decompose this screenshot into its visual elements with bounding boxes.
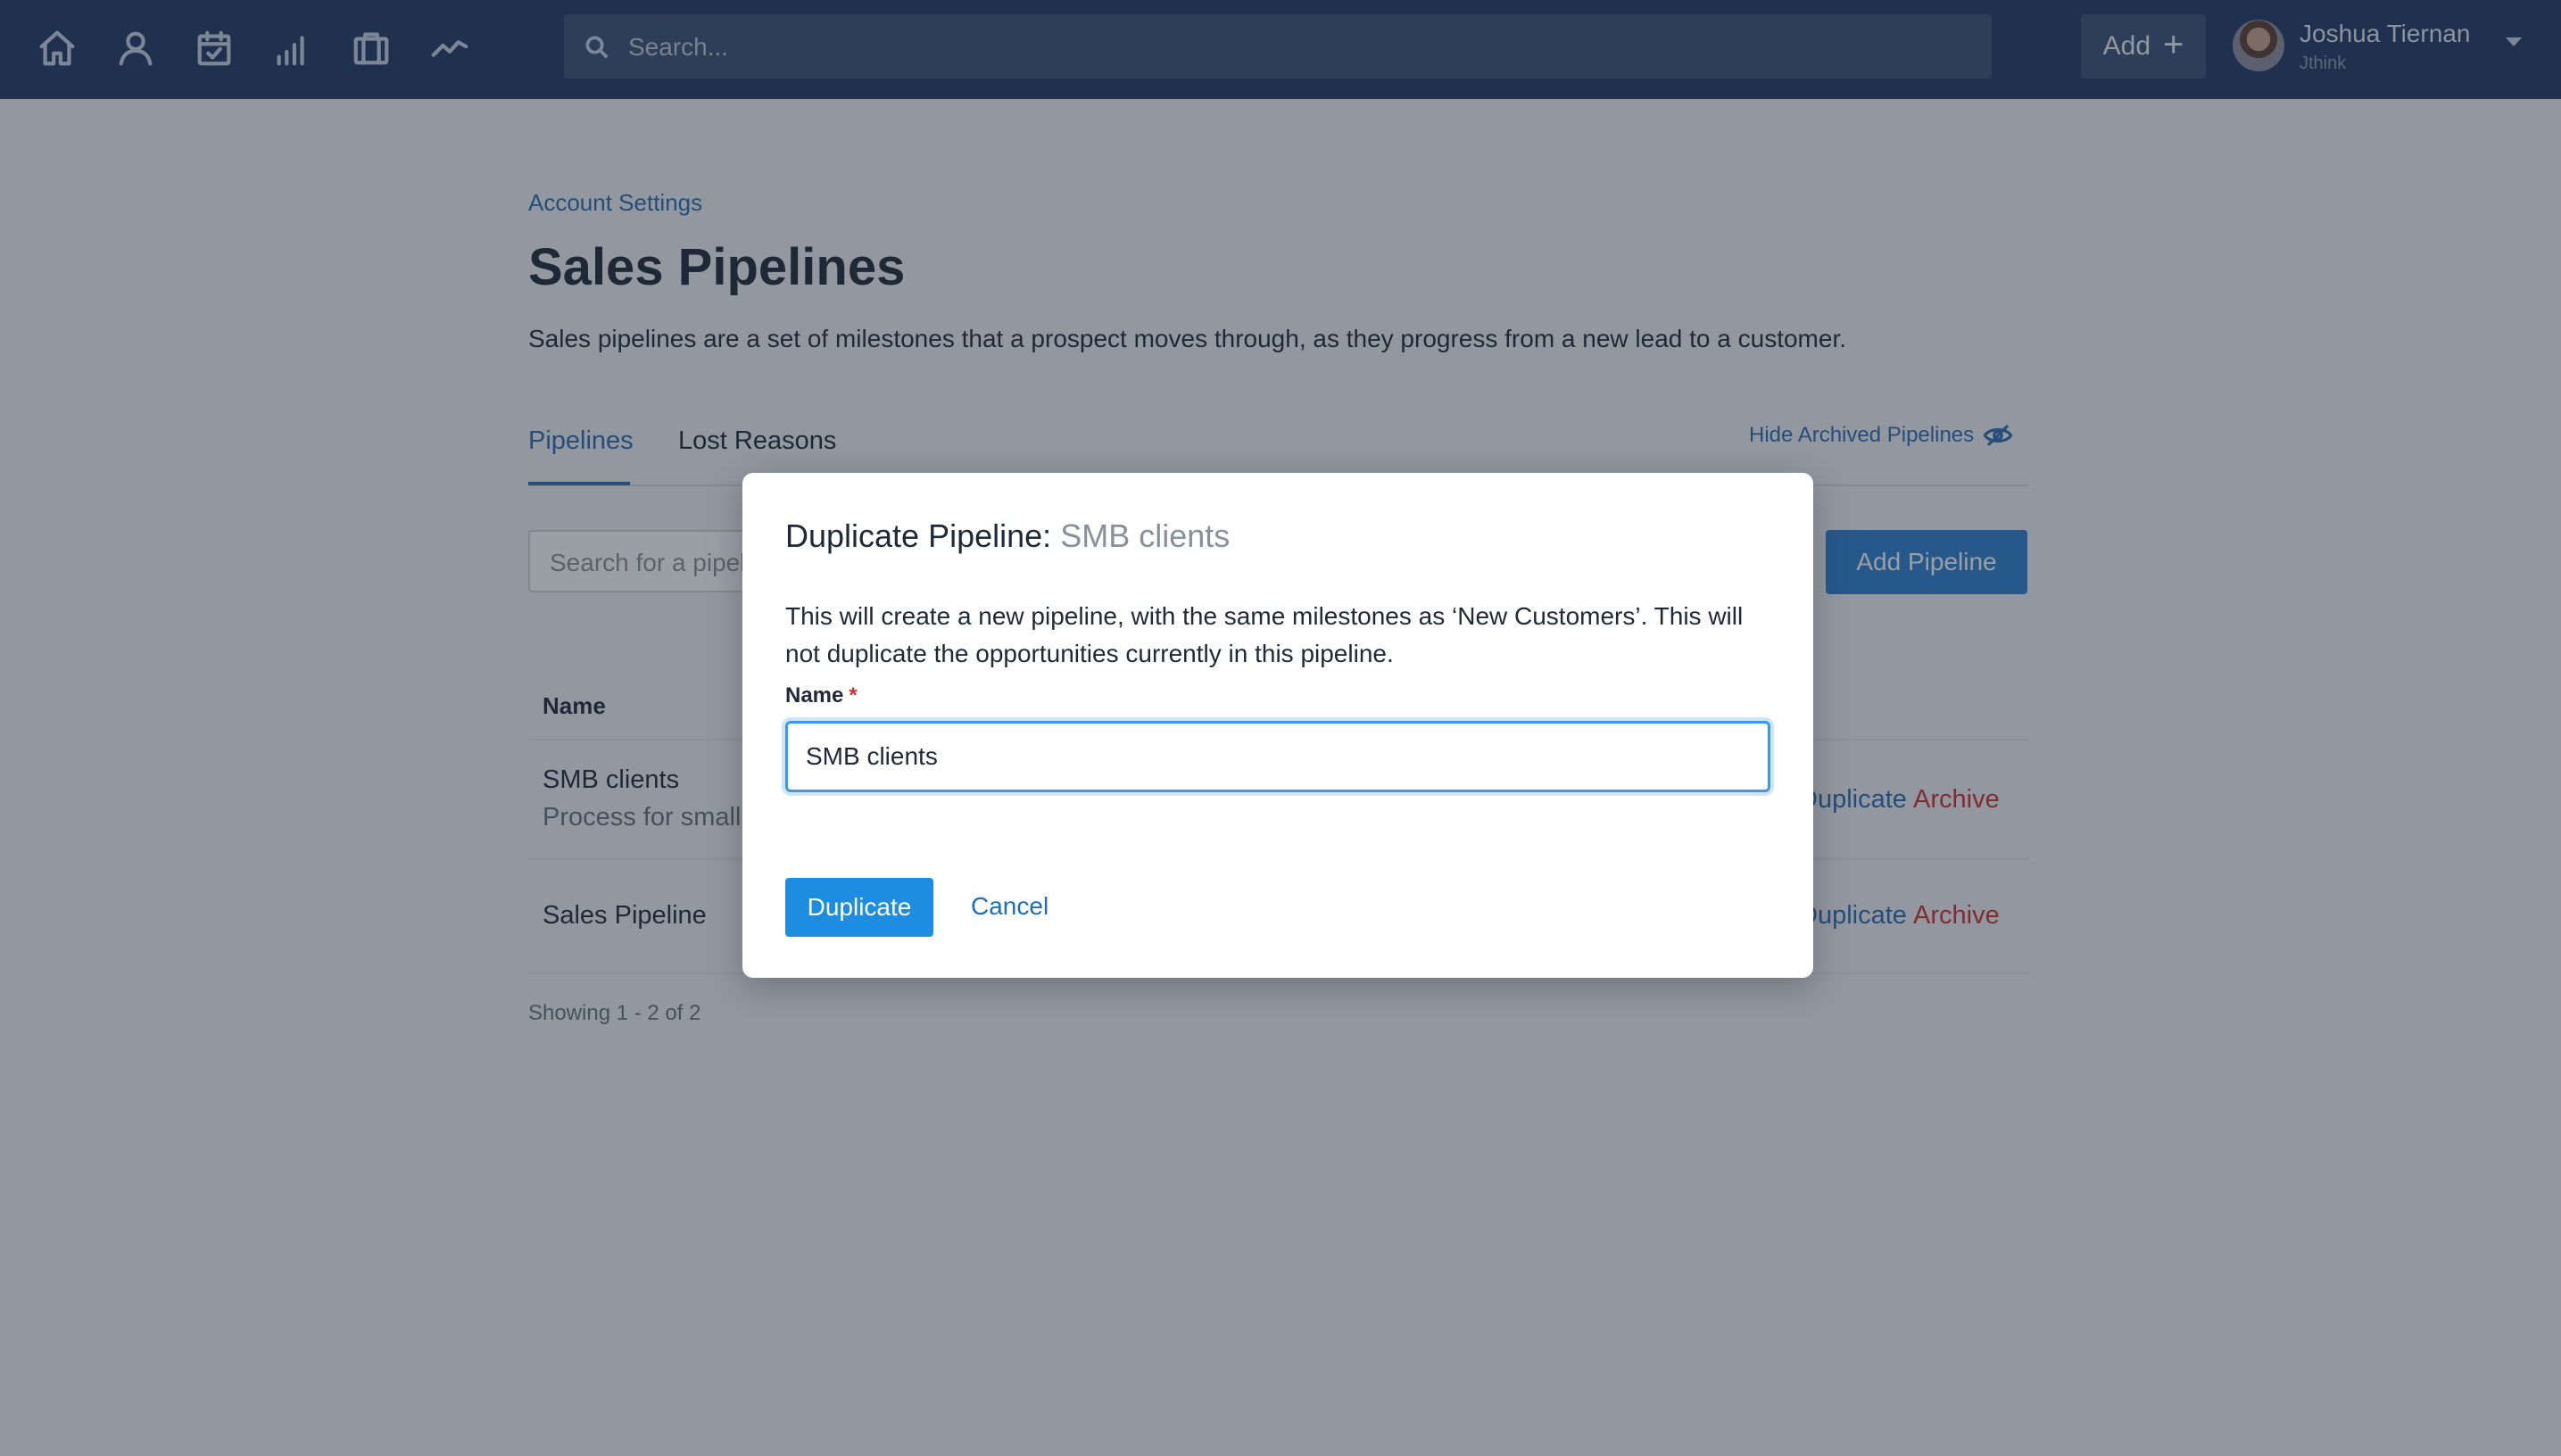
modal-title-prefix: Duplicate Pipeline: [785, 517, 1052, 554]
name-field-label: Name * [785, 683, 858, 708]
modal-description: This will create a new pipeline, with th… [785, 602, 1744, 667]
modal-title-pipeline-name: SMB clients [1060, 517, 1231, 554]
pipeline-name-input[interactable] [785, 721, 1770, 792]
name-label-text: Name [785, 683, 844, 707]
modal-title: Duplicate Pipeline: SMB clients [785, 517, 1230, 555]
cancel-button[interactable]: Cancel [971, 892, 1048, 921]
duplicate-button[interactable]: Duplicate [785, 878, 933, 937]
required-marker: * [849, 683, 858, 707]
duplicate-pipeline-modal: Duplicate Pipeline: SMB clients This wil… [742, 473, 1813, 978]
